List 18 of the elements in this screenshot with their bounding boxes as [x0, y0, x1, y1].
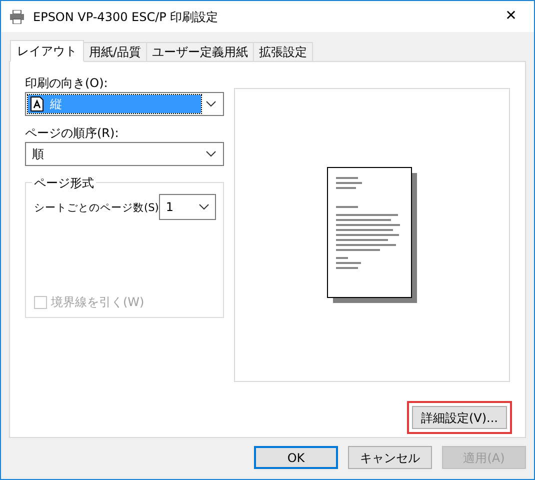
- printer-icon: [9, 10, 25, 24]
- dialog-button[interactable]: キャンセル: [348, 446, 432, 469]
- group-title: ページ形式: [32, 174, 96, 192]
- close-button[interactable]: ✕: [496, 2, 526, 30]
- chevron-down-icon: [206, 151, 216, 157]
- page-order-dropdown[interactable]: 順: [25, 142, 224, 166]
- tab[interactable]: 拡張設定: [253, 42, 314, 62]
- pages-per-sheet-dropdown[interactable]: 1: [158, 194, 216, 220]
- field-label: ページの順序(R):: [25, 125, 120, 142]
- window-title: EPSON VP-4300 ESC/P 印刷設定: [33, 8, 220, 26]
- tab[interactable]: レイアウト: [10, 40, 84, 62]
- chevron-down-icon: [206, 101, 216, 107]
- chevron-down-icon: [198, 204, 209, 210]
- field-label: シートごとのページ数(S): [34, 201, 159, 216]
- advanced-settings-button[interactable]: 詳細設定(V)...: [412, 406, 507, 429]
- field-label: 印刷の向き(O):: [25, 75, 109, 92]
- dialog-button[interactable]: OK: [254, 446, 338, 469]
- portrait-page-icon: [30, 96, 44, 112]
